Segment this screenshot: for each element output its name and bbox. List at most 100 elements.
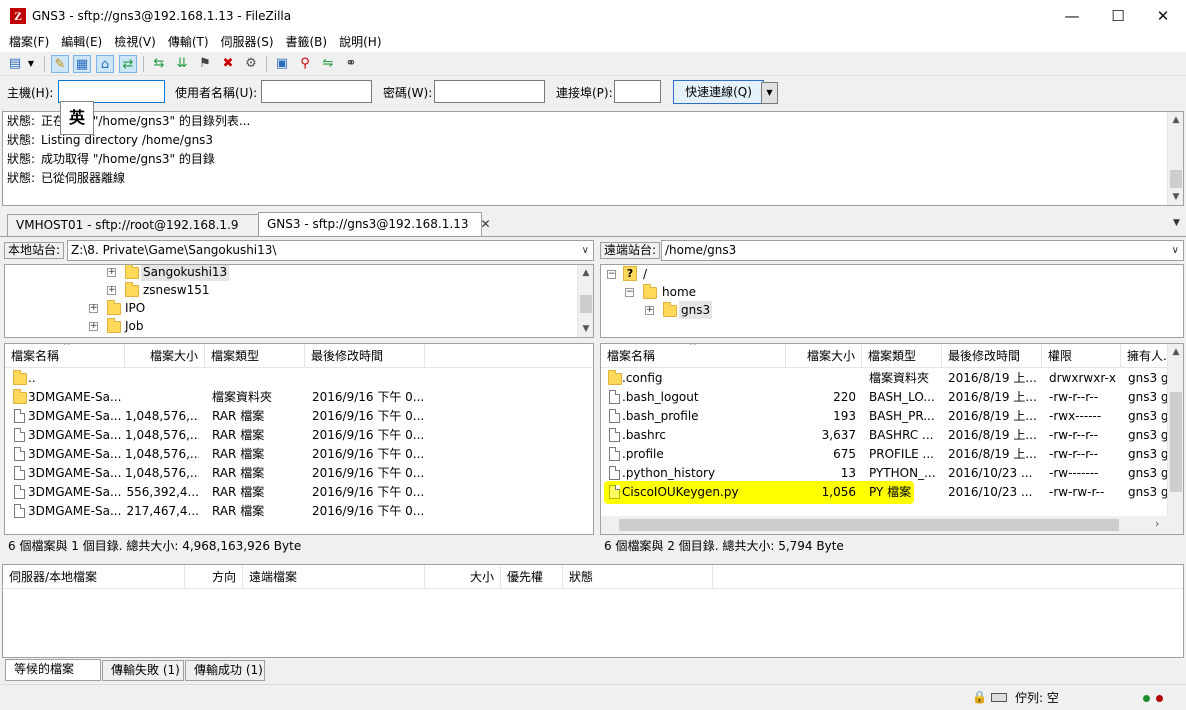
table-row[interactable]: 3DMGAME-Sa... 1,048,576,... RAR 檔案 2016/… bbox=[5, 464, 593, 483]
filter-icon[interactable]: ▣ bbox=[273, 55, 291, 73]
transfer-queue-toggle-icon[interactable]: ⇄ bbox=[119, 55, 137, 73]
column-header-remote-file[interactable]: 遠端檔案 bbox=[243, 565, 425, 589]
tree-item-gns3[interactable]: + gns3 bbox=[601, 301, 1181, 319]
minimize-button[interactable]: — bbox=[1049, 0, 1095, 32]
tab-close-icon[interactable]: ✕ bbox=[480, 217, 490, 231]
status-led-green-icon bbox=[1143, 695, 1150, 702]
menu-view[interactable]: 檢視(V) bbox=[108, 32, 162, 52]
site-manager-icon[interactable]: ▤ bbox=[6, 55, 24, 73]
scroll-up-icon[interactable]: ▲ bbox=[1168, 112, 1184, 128]
column-header-size[interactable]: 大小 bbox=[425, 565, 501, 589]
column-header-size[interactable]: 檔案大小 bbox=[786, 344, 862, 368]
table-row[interactable]: .config 檔案資料夾 2016/8/19 上... drwxrwxr-x … bbox=[601, 369, 1183, 388]
local-site-bar: 本地站台: Z:\8. Private\Game\Sangokushi13\ ∨ bbox=[2, 238, 594, 264]
column-header-modified[interactable]: 最後修改時間 bbox=[305, 344, 425, 368]
file-icon bbox=[14, 428, 25, 442]
tree-item-home[interactable]: − home bbox=[601, 283, 1181, 301]
table-row[interactable]: 3DMGAME-Sa... 1,048,576,... RAR 檔案 2016/… bbox=[5, 426, 593, 445]
table-row[interactable]: 3DMGAME-Sa... 217,467,4... RAR 檔案 2016/9… bbox=[5, 502, 593, 521]
table-row[interactable]: .. bbox=[5, 369, 593, 388]
table-row-highlighted[interactable]: CiscoIOUKeygen.py 1,056 PY 檔案 2016/10/23… bbox=[601, 481, 1183, 504]
close-button[interactable]: ✕ bbox=[1140, 0, 1186, 32]
title-bar: Z GNS3 - sftp://gns3@192.168.1.13 - File… bbox=[0, 0, 1186, 32]
local-tree-toggle-icon[interactable]: ▦ bbox=[73, 55, 91, 73]
reconnect-icon[interactable]: ⚙ bbox=[242, 55, 260, 73]
process-queue-icon[interactable]: ⇊ bbox=[173, 55, 191, 73]
column-header-size[interactable]: 檔案大小 bbox=[125, 344, 205, 368]
directory-compare-icon[interactable]: ⚲ bbox=[296, 55, 314, 73]
table-row[interactable]: .bash_profile 193 BASH_PR... 2016/8/19 上… bbox=[601, 407, 1183, 426]
table-row[interactable]: 3DMGAME-Sa... 1,048,576,... RAR 檔案 2016/… bbox=[5, 407, 593, 426]
table-row[interactable]: .bash_logout 220 BASH_LO... 2016/8/19 上.… bbox=[601, 388, 1183, 407]
remote-list-hscrollbar[interactable]: › bbox=[601, 516, 1183, 534]
tab-vmhost01[interactable]: VMHOST01 - sftp://root@192.168.1.9 bbox=[7, 214, 259, 236]
remote-path-input[interactable]: /home/gns3 ∨ bbox=[661, 240, 1184, 261]
tree-item-zsnesw151[interactable]: + zsnesw151 bbox=[5, 281, 575, 299]
menu-edit[interactable]: 編輯(E) bbox=[55, 32, 108, 52]
menu-transfer[interactable]: 傳輸(T) bbox=[162, 32, 215, 52]
tree-item-sangokushi13[interactable]: + Sangokushi13 bbox=[5, 265, 575, 281]
tab-failed-transfers[interactable]: 傳輸失敗 (1) bbox=[102, 660, 184, 681]
menu-server[interactable]: 伺服器(S) bbox=[215, 32, 280, 52]
menu-bookmarks[interactable]: 書籤(B) bbox=[280, 32, 334, 52]
chevron-down-icon[interactable]: ∨ bbox=[582, 241, 589, 260]
username-input[interactable] bbox=[261, 80, 372, 103]
quickconnect-dropdown-icon[interactable]: ▼ bbox=[761, 82, 778, 104]
menu-file[interactable]: 檔案(F) bbox=[3, 32, 55, 52]
tree-item-job[interactable]: + Job bbox=[5, 317, 575, 335]
port-input[interactable] bbox=[614, 80, 661, 103]
local-list-header: 檔案名稱 ^ 檔案大小 檔案類型 最後修改時間 bbox=[5, 344, 593, 368]
search-icon[interactable]: ⚭ bbox=[342, 55, 360, 73]
tab-queued-files[interactable]: 等候的檔案 bbox=[5, 659, 101, 681]
scroll-thumb[interactable] bbox=[1170, 170, 1182, 188]
cancel-operation-icon[interactable]: ⚑ bbox=[196, 55, 214, 73]
column-header-direction[interactable]: 方向 bbox=[185, 565, 243, 589]
remote-tree-toggle-icon[interactable]: ⌂ bbox=[96, 55, 114, 73]
transfer-queue: 伺服器/本地檔案 方向 遠端檔案 大小 優先權 狀態 bbox=[2, 564, 1184, 658]
scroll-thumb[interactable] bbox=[619, 519, 1119, 531]
column-header-status[interactable]: 狀態 bbox=[563, 565, 713, 589]
scroll-up-icon[interactable]: ▲ bbox=[1168, 344, 1183, 360]
table-row[interactable]: .profile 675 PROFILE ... 2016/8/19 上... … bbox=[601, 445, 1183, 464]
table-row[interactable]: 3DMGAME-Sa... 1,048,576,... RAR 檔案 2016/… bbox=[5, 445, 593, 464]
synchronized-browsing-icon[interactable]: ⇋ bbox=[319, 55, 337, 73]
folder-icon bbox=[107, 300, 121, 315]
local-tree-scrollbar[interactable]: ▲ ▼ bbox=[577, 265, 593, 337]
column-header-permissions[interactable]: 權限 bbox=[1042, 344, 1121, 368]
scroll-right-icon[interactable]: › bbox=[1155, 517, 1159, 530]
message-log-toggle-icon[interactable]: ✎ bbox=[51, 55, 69, 73]
log-scrollbar[interactable]: ▲ ▼ bbox=[1167, 112, 1183, 205]
scroll-down-icon[interactable]: ▼ bbox=[1168, 189, 1184, 205]
tree-item-root[interactable]: − ? / bbox=[601, 265, 1181, 283]
column-header-type[interactable]: 檔案類型 bbox=[205, 344, 305, 368]
tab-gns3[interactable]: GNS3 - sftp://gns3@192.168.1.13 ✕ bbox=[258, 212, 491, 236]
disconnect-icon[interactable]: ✖ bbox=[219, 55, 237, 73]
refresh-icon[interactable]: ⇆ bbox=[150, 55, 168, 73]
folder-icon bbox=[13, 389, 27, 404]
remote-file-list: 檔案名稱 ^ 檔案大小 檔案類型 最後修改時間 權限 擁有人... .confi… bbox=[600, 343, 1184, 535]
scroll-down-icon[interactable]: ▼ bbox=[578, 321, 593, 337]
menu-help[interactable]: 說明(H) bbox=[333, 32, 387, 52]
host-input[interactable] bbox=[58, 80, 165, 103]
file-icon bbox=[609, 390, 620, 404]
column-header-priority[interactable]: 優先權 bbox=[501, 565, 563, 589]
chevron-down-icon[interactable]: ∨ bbox=[1172, 241, 1179, 260]
local-path-input[interactable]: Z:\8. Private\Game\Sangokushi13\ ∨ bbox=[67, 240, 594, 261]
password-input[interactable] bbox=[434, 80, 545, 103]
column-header-server-local[interactable]: 伺服器/本地檔案 bbox=[3, 565, 185, 589]
quickconnect-button[interactable]: 快速連線(Q) bbox=[673, 80, 764, 104]
remote-list-vscrollbar[interactable]: ▲ bbox=[1167, 344, 1183, 516]
tree-item-ipo[interactable]: + IPO bbox=[5, 299, 575, 317]
scroll-up-icon[interactable]: ▲ bbox=[578, 265, 593, 281]
column-header-type[interactable]: 檔案類型 bbox=[862, 344, 942, 368]
table-row[interactable]: 3DMGAME-Sa... 檔案資料夾 2016/9/16 下午 0... bbox=[5, 388, 593, 407]
tab-successful-transfers[interactable]: 傳輸成功 (1) bbox=[185, 660, 265, 681]
scroll-thumb[interactable] bbox=[1170, 392, 1182, 492]
column-header-modified[interactable]: 最後修改時間 bbox=[942, 344, 1042, 368]
table-row[interactable]: .bashrc 3,637 BASHRC ... 2016/8/19 上... … bbox=[601, 426, 1183, 445]
maximize-button[interactable]: ☐ bbox=[1095, 0, 1141, 32]
scroll-thumb[interactable] bbox=[580, 295, 592, 313]
table-row[interactable]: 3DMGAME-Sa... 556,392,4... RAR 檔案 2016/9… bbox=[5, 483, 593, 502]
tab-list-dropdown-icon[interactable]: ▼ bbox=[1173, 218, 1180, 228]
site-manager-dropdown-icon[interactable]: ▼ bbox=[25, 55, 37, 73]
